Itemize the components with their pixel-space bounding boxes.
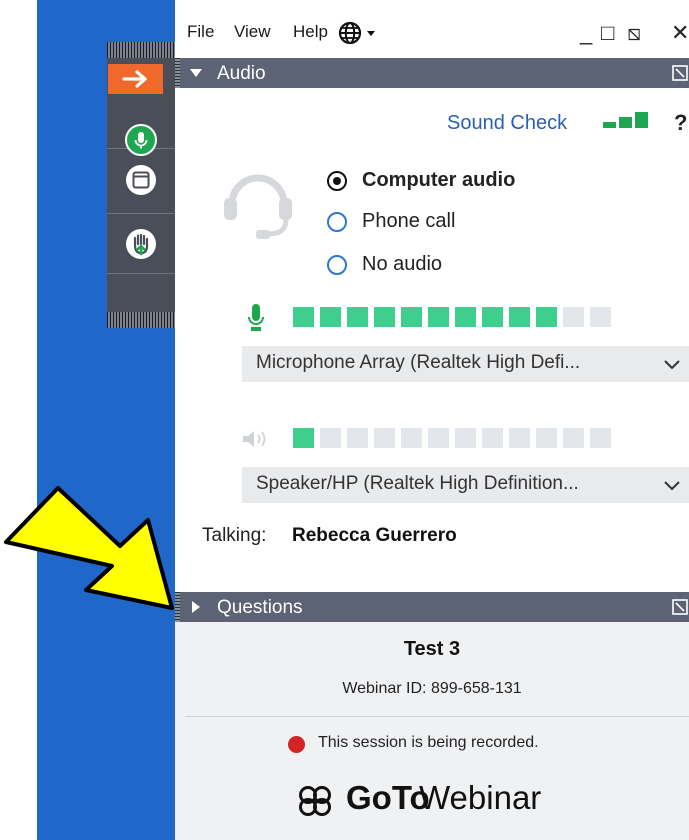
meter-segment: [482, 307, 503, 327]
meter-segment: [320, 307, 341, 327]
arrow-right-icon: [122, 70, 147, 88]
show-panel-button[interactable]: [107, 150, 175, 210]
footer-divider: [185, 716, 689, 717]
gotowebinar-panel: File View Help _ □ ⧅ ✕ Audio Sound Check…: [175, 0, 689, 840]
gotowebinar-logo: GoTo Webinar: [287, 776, 587, 822]
chevron-down-icon: [664, 481, 680, 491]
meter-segment: [563, 428, 584, 448]
microphone-level-icon: [248, 304, 264, 331]
raise-hand-icon: [126, 229, 156, 259]
expanded-triangle-icon: [190, 69, 202, 77]
questions-header-title: Questions: [217, 597, 303, 618]
popout-icon[interactable]: [672, 65, 688, 81]
window-icon: [126, 165, 156, 195]
globe-icon: [338, 21, 362, 45]
close-button[interactable]: ✕: [671, 20, 689, 46]
radio-computer-audio[interactable]: Computer audio: [327, 169, 637, 199]
maximize-button[interactable]: □: [601, 20, 614, 46]
meter-segment: [509, 428, 530, 448]
questions-section-header[interactable]: Questions: [175, 592, 689, 622]
meter-segment: [374, 428, 395, 448]
radio-phone-call[interactable]: Phone call: [327, 210, 637, 240]
session-title: Test 3: [403, 638, 461, 660]
speaker-device-select[interactable]: Speaker/HP (Realtek High Definition...: [242, 467, 689, 503]
recording-indicator-icon: [288, 736, 305, 753]
meter-segment: [536, 428, 557, 448]
recording-notice: This session is being recorded.: [318, 734, 539, 751]
sound-check-link[interactable]: Sound Check: [447, 112, 567, 135]
restore-button[interactable]: ⧅: [627, 20, 641, 46]
meter-segment: [347, 307, 368, 327]
talking-name: Rebecca Guerrero: [292, 525, 457, 546]
microphone-device-value: Microphone Array (Realtek High Defi...: [256, 352, 581, 373]
meter-segment: [293, 428, 314, 448]
meter-segment: [536, 307, 557, 327]
radio-no-audio[interactable]: No audio: [327, 253, 637, 283]
chevron-down-icon: [367, 31, 376, 36]
menu-view[interactable]: View: [234, 22, 271, 42]
radio-label: No audio: [362, 253, 443, 275]
meter-segment: [563, 307, 584, 327]
speaker-device-value: Speaker/HP (Realtek High Definition...: [256, 473, 579, 494]
meter-segment: [374, 307, 395, 327]
microphone-device-select[interactable]: Microphone Array (Realtek High Defi...: [242, 346, 689, 382]
meter-segment: [401, 307, 422, 327]
toolbar-grip-top[interactable]: [107, 42, 175, 58]
menu-file[interactable]: File: [187, 22, 214, 42]
radio-button[interactable]: [327, 255, 347, 275]
meter-segment: [509, 307, 530, 327]
signal-strength-icon: [603, 112, 648, 128]
meter-segment: [347, 428, 368, 448]
speaker-icon: [243, 431, 266, 447]
meter-segment: [455, 307, 476, 327]
headset-icon: [224, 174, 292, 239]
audio-help-button[interactable]: ?: [674, 110, 687, 136]
radio-label: Computer audio: [362, 169, 516, 191]
radio-label: Phone call: [362, 210, 456, 232]
webinar-id: Webinar ID: 899-658-131: [342, 680, 522, 697]
meter-segment: [320, 428, 341, 448]
raise-hand-button[interactable]: [107, 214, 175, 274]
goto-logo-icon: [299, 786, 331, 816]
session-info-footer: Test 3 Webinar ID: 899-658-131 This sess…: [175, 622, 689, 840]
chevron-down-icon: [664, 360, 680, 370]
logo-text-light: Webinar: [419, 779, 542, 816]
meter-segment: [455, 428, 476, 448]
logo-text-bold: GoTo: [346, 779, 430, 816]
radio-button[interactable]: [327, 212, 347, 232]
minimize-button[interactable]: _: [580, 20, 592, 46]
meter-segment: [428, 428, 449, 448]
meter-segment: [482, 428, 503, 448]
meter-segment: [590, 428, 611, 448]
menu-help[interactable]: Help: [293, 22, 328, 42]
audio-section-header[interactable]: Audio: [175, 58, 689, 88]
language-menu[interactable]: [338, 21, 376, 50]
meter-segment: [293, 307, 314, 327]
radio-button-selected[interactable]: [327, 171, 347, 191]
menu-bar: File View Help _ □ ⧅ ✕: [175, 10, 689, 56]
collapsed-triangle-icon: [192, 601, 200, 613]
talking-label: Talking:: [202, 525, 267, 546]
meter-segment: [428, 307, 449, 327]
collapse-panel-button[interactable]: [108, 64, 163, 94]
meter-segment: [401, 428, 422, 448]
yellow-pointer-arrow: [4, 486, 174, 610]
popout-icon[interactable]: [672, 599, 688, 615]
toolbar-grip-bottom[interactable]: [107, 312, 175, 328]
audio-header-title: Audio: [217, 63, 266, 84]
meter-segment: [590, 307, 611, 327]
